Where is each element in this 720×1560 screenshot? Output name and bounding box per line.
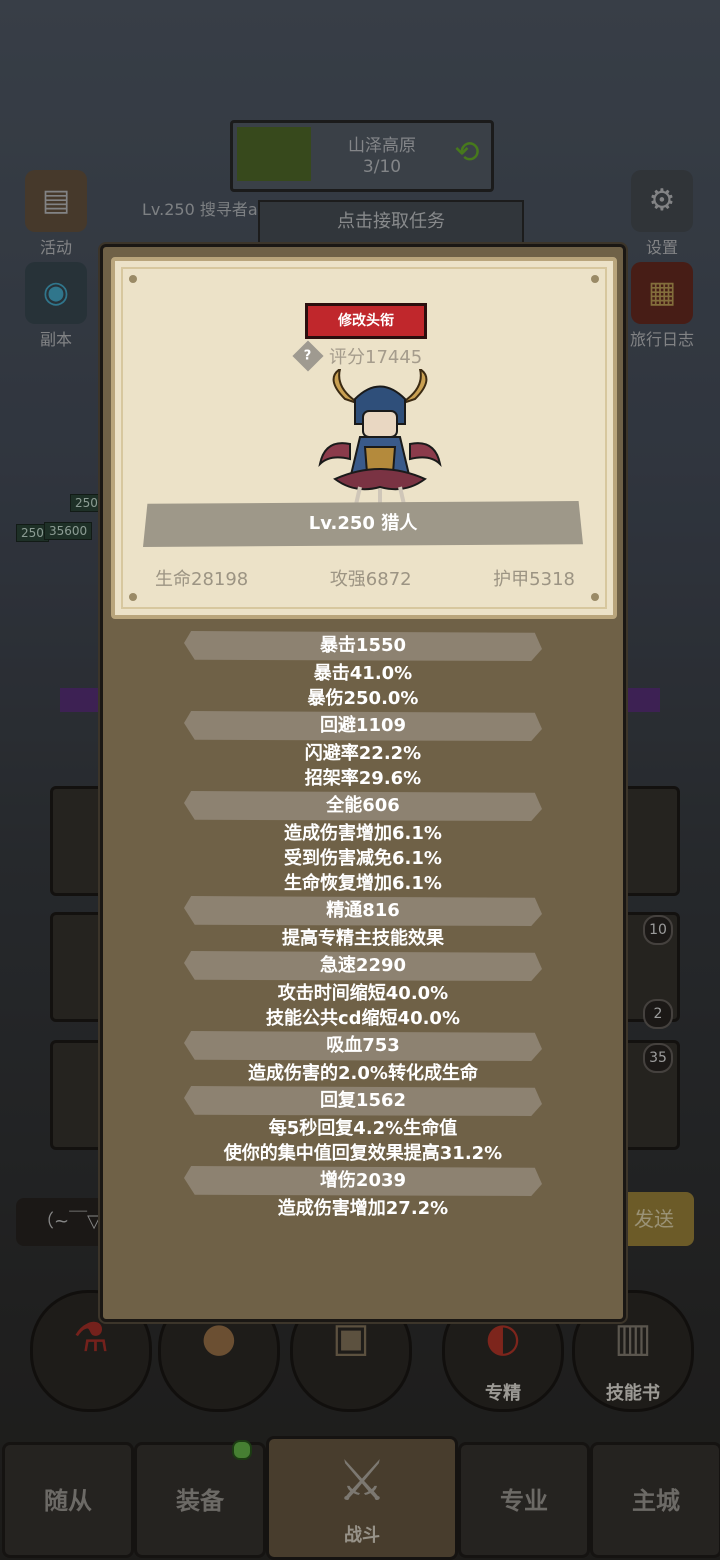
stat-header-haste: 急速2290 [184, 951, 542, 981]
stat-header-lifesteal: 吸血753 [184, 1031, 542, 1061]
stat-header-versatility: 全能606 [184, 791, 542, 821]
stat-line: 造成伤害的2.0%转化成生命 [248, 1063, 478, 1084]
level-class-banner: Lv.250 猎人 [143, 501, 583, 547]
stat-line: 招架率29.6% [304, 768, 422, 789]
stat-line: 造成伤害增加27.2% [277, 1198, 449, 1219]
stat-line: 使你的集中值回复效果提高31.2% [223, 1143, 503, 1164]
stat-line: 生命恢复增加6.1% [284, 873, 442, 894]
hp-stat: 生命28198 [155, 569, 249, 590]
edit-title-button[interactable]: 修改头衔 [305, 303, 427, 339]
stat-line: 受到伤害减免6.1% [284, 848, 442, 869]
stat-line: 暴伤250.0% [307, 688, 419, 709]
character-card: 修改头衔 ? 评分17445 Lv.250 猎人 生命28198 攻强6872 … [111, 257, 617, 619]
hunter-avatar [318, 369, 442, 514]
stat-header-crit: 暴击1550 [184, 631, 542, 661]
stat-line: 每5秒回复4.2%生命值 [268, 1118, 458, 1139]
stat-header-mastery: 精通816 [184, 896, 542, 926]
character-stats-modal: 修改头衔 ? 评分17445 Lv.250 猎人 生命28198 攻强6872 … [100, 244, 626, 1322]
pin-decoration [591, 593, 599, 601]
stat-line: 闪避率22.2% [304, 743, 422, 764]
stat-line: 技能公共cd缩短40.0% [265, 1008, 460, 1029]
score-row: ? 评分17445 [292, 340, 423, 372]
secondary-stats-list: 暴击1550 暴击41.0% 暴伤250.0% 回避1109 闪避率22.2% … [103, 631, 623, 1221]
stat-header-regen: 回复1562 [184, 1086, 542, 1116]
pin-decoration [129, 593, 137, 601]
stat-line: 造成伤害增加6.1% [284, 823, 442, 844]
stat-header-damage-boost: 增伤2039 [184, 1166, 542, 1196]
stat-line: 暴击41.0% [313, 663, 413, 684]
basic-stats: 生命28198 攻强6872 护甲5318 [155, 565, 575, 591]
help-icon[interactable]: ? [292, 340, 324, 372]
pin-decoration [591, 275, 599, 283]
attack-stat: 攻强6872 [329, 569, 412, 590]
armor-stat: 护甲5318 [493, 569, 575, 590]
stat-line: 提高专精主技能效果 [282, 928, 444, 949]
stat-header-avoidance: 回避1109 [184, 711, 542, 741]
score-value: 评分17445 [329, 347, 423, 368]
stat-line: 攻击时间缩短40.0% [277, 983, 449, 1004]
pin-decoration [129, 275, 137, 283]
